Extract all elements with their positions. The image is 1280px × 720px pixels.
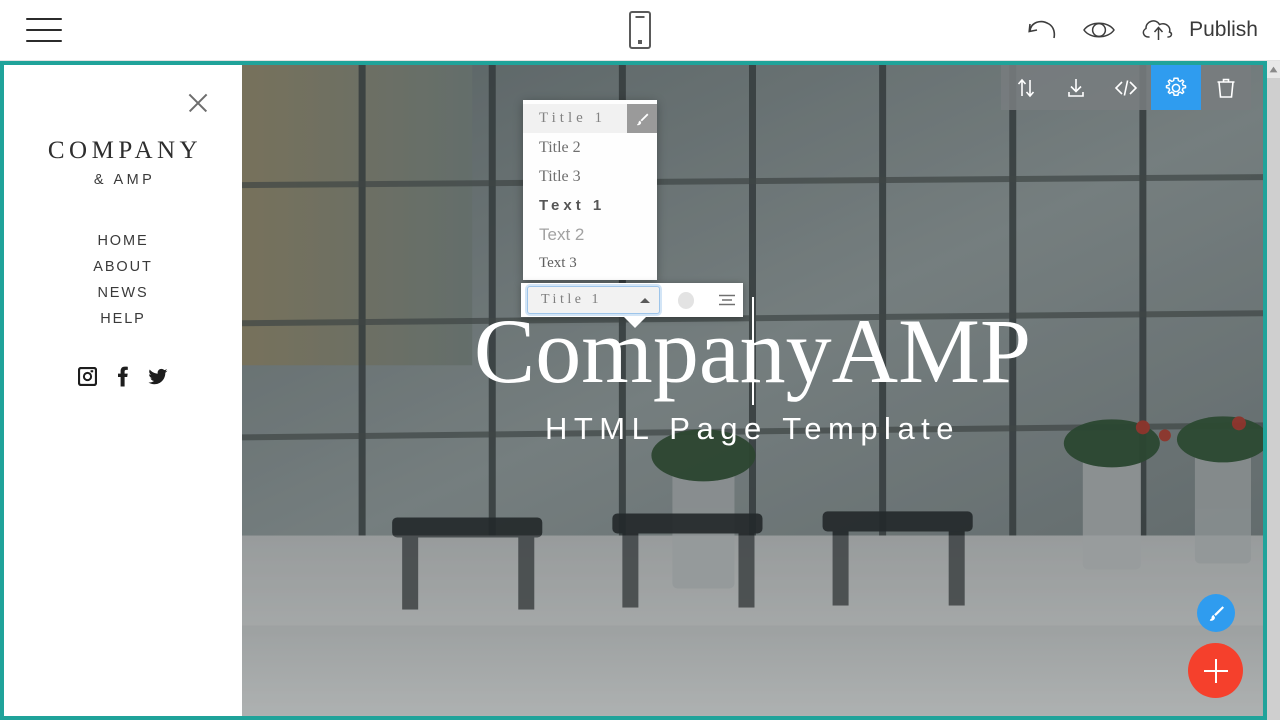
style-option-label: Title 2 <box>539 138 581 156</box>
style-select[interactable]: Title 1 <box>527 286 660 314</box>
style-option-title-2[interactable]: Title 2 <box>523 133 657 162</box>
vertical-scrollbar[interactable] <box>1267 61 1280 720</box>
nav-item-news[interactable]: NEWS <box>4 280 242 306</box>
site-side-menu: COMPANY & AMP HOME ABOUT NEWS HELP <box>4 65 242 716</box>
style-option-label: Text 2 <box>539 224 585 244</box>
brand-name: COMPANY <box>47 137 203 164</box>
delete-section-button[interactable] <box>1201 65 1251 110</box>
hamburger-line <box>26 40 62 42</box>
preview-button[interactable] <box>1081 17 1117 43</box>
mobile-phone-icon[interactable] <box>629 11 651 49</box>
instagram-icon[interactable] <box>78 367 97 386</box>
undo-button[interactable] <box>1025 17 1059 43</box>
style-option-title-3[interactable]: Title 3 <box>523 162 657 191</box>
style-option-label: Text 1 <box>539 197 606 214</box>
style-option-text-1[interactable]: Text 1 <box>523 191 657 220</box>
align-center-button[interactable] <box>717 293 737 307</box>
section-toolbar <box>1001 65 1251 110</box>
social-links <box>4 366 242 387</box>
toolbar-pointer-tail <box>624 317 646 328</box>
download-section-button[interactable] <box>1051 65 1101 110</box>
style-option-text-2[interactable]: Text 2 <box>523 220 657 249</box>
top-toolbar: Publish <box>0 0 1280 61</box>
style-option-text-3[interactable]: Text 3 <box>523 249 657 278</box>
nav-item-home[interactable]: HOME <box>4 228 242 254</box>
hero-subtitle[interactable]: HTML Page Template <box>545 411 960 447</box>
edit-code-button[interactable] <box>1101 65 1151 110</box>
hamburger-line <box>26 29 62 31</box>
hamburger-icon[interactable] <box>26 18 62 42</box>
section-settings-button[interactable] <box>1151 65 1201 110</box>
publish-label: Publish <box>1189 18 1258 41</box>
hero-section[interactable]: CompanyAMP HTML Page Template <box>242 65 1263 716</box>
move-section-button[interactable] <box>1001 65 1051 110</box>
add-block-button[interactable] <box>1188 643 1243 698</box>
nav-item-about[interactable]: ABOUT <box>4 254 242 280</box>
download-icon <box>1068 78 1084 97</box>
style-option-label: Text 3 <box>539 255 577 271</box>
style-select-value: Title 1 <box>541 292 602 307</box>
cloud-upload-icon <box>1142 20 1173 40</box>
text-style-dropdown: Title 1 Title 2 Title 3 Text 1 Text 2 Te… <box>523 100 657 280</box>
top-actions: Publish <box>1025 15 1258 45</box>
brush-icon <box>1209 606 1224 621</box>
publish-button[interactable]: Publish <box>1139 15 1258 45</box>
hamburger-line <box>26 18 62 20</box>
hero-title[interactable]: CompanyAMP <box>474 296 1031 405</box>
text-color-swatch[interactable] <box>677 291 694 309</box>
style-option-label: Title 3 <box>539 167 581 185</box>
scroll-up-arrow-icon[interactable] <box>1267 61 1280 78</box>
style-brush-icon[interactable] <box>627 104 657 133</box>
nav-item-help[interactable]: HELP <box>4 306 242 332</box>
editor-root: Publish COMPANY & AMP HOME ABOUT NEWS HE… <box>0 0 1280 720</box>
theme-brush-button[interactable] <box>1197 594 1235 632</box>
code-brackets-icon <box>1114 79 1138 96</box>
close-icon[interactable] <box>186 91 210 115</box>
align-center-icon <box>719 294 735 306</box>
up-down-arrows-icon <box>1017 78 1035 97</box>
chevron-up-icon <box>639 297 650 303</box>
style-option-title-1[interactable]: Title 1 <box>523 104 657 133</box>
facebook-icon[interactable] <box>116 366 128 387</box>
brand-block: COMPANY & AMP <box>4 137 242 188</box>
brand-tagline: & AMP <box>93 172 156 188</box>
hero-content: CompanyAMP HTML Page Template <box>242 65 1263 716</box>
text-edit-toolbar: Title 1 <box>521 283 743 328</box>
trash-icon <box>1217 78 1235 98</box>
gear-icon <box>1165 76 1187 96</box>
undo-arrow-icon <box>1028 20 1056 39</box>
side-nav: HOME ABOUT NEWS HELP <box>4 228 242 332</box>
style-option-label: Title 1 <box>539 110 607 126</box>
twitter-icon[interactable] <box>147 368 168 386</box>
eye-icon <box>1083 22 1116 38</box>
text-cursor-caret <box>752 296 755 405</box>
